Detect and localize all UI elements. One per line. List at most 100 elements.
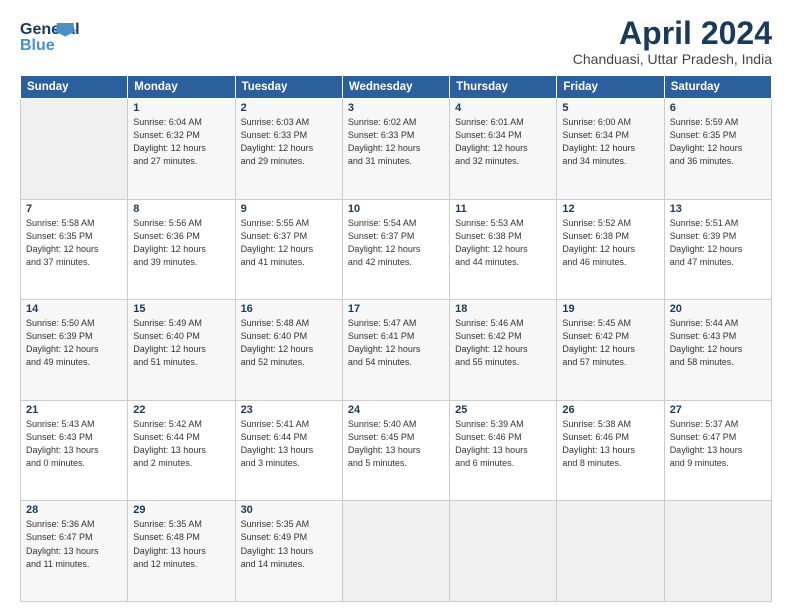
day-number: 17 (348, 303, 444, 315)
day-info: Sunrise: 6:03 AM Sunset: 6:33 PM Dayligh… (241, 116, 337, 168)
week-row-1: 1 Sunrise: 6:04 AM Sunset: 6:32 PM Daylig… (21, 99, 772, 200)
day-number: 11 (455, 203, 551, 215)
day-info: Sunrise: 5:35 AM Sunset: 6:48 PM Dayligh… (133, 518, 229, 570)
day-number: 25 (455, 404, 551, 416)
day-info: Sunrise: 5:45 AM Sunset: 6:42 PM Dayligh… (562, 317, 658, 369)
day-cell (664, 501, 771, 602)
col-header-wednesday: Wednesday (342, 76, 449, 99)
day-info: Sunrise: 5:43 AM Sunset: 6:43 PM Dayligh… (26, 418, 122, 470)
week-row-2: 7 Sunrise: 5:58 AM Sunset: 6:35 PM Daylig… (21, 199, 772, 300)
day-cell: 27Sunrise: 5:37 AM Sunset: 6:47 PM Dayli… (664, 400, 771, 501)
day-number: 13 (670, 203, 766, 215)
day-info: Sunrise: 5:39 AM Sunset: 6:46 PM Dayligh… (455, 418, 551, 470)
day-cell: 29 Sunrise: 5:35 AM Sunset: 6:48 PM Dayli… (128, 501, 235, 602)
day-cell: 9 Sunrise: 5:55 AM Sunset: 6:37 PM Daylig… (235, 199, 342, 300)
day-cell: 15Sunrise: 5:49 AM Sunset: 6:40 PM Dayli… (128, 300, 235, 401)
subtitle: Chanduasi, Uttar Pradesh, India (573, 51, 772, 67)
day-number: 1 (133, 102, 229, 114)
day-info: Sunrise: 5:54 AM Sunset: 6:37 PM Dayligh… (348, 217, 444, 269)
day-cell (342, 501, 449, 602)
day-cell: 2 Sunrise: 6:03 AM Sunset: 6:33 PM Daylig… (235, 99, 342, 200)
day-info: Sunrise: 6:04 AM Sunset: 6:32 PM Dayligh… (133, 116, 229, 168)
calendar-table: SundayMondayTuesdayWednesdayThursdayFrid… (20, 75, 772, 602)
day-cell: 20 Sunrise: 5:44 AM Sunset: 6:43 PM Dayli… (664, 300, 771, 401)
day-number: 7 (26, 203, 122, 215)
week-row-3: 14 Sunrise: 5:50 AM Sunset: 6:39 PM Dayli… (21, 300, 772, 401)
day-cell: 19 Sunrise: 5:45 AM Sunset: 6:42 PM Dayli… (557, 300, 664, 401)
day-number: 24 (348, 404, 444, 416)
day-cell: 30Sunrise: 5:35 AM Sunset: 6:49 PM Dayli… (235, 501, 342, 602)
col-header-sunday: Sunday (21, 76, 128, 99)
day-info: Sunrise: 5:58 AM Sunset: 6:35 PM Dayligh… (26, 217, 122, 269)
day-info: Sunrise: 5:56 AM Sunset: 6:36 PM Dayligh… (133, 217, 229, 269)
day-number: 6 (670, 102, 766, 114)
column-header-row: SundayMondayTuesdayWednesdayThursdayFrid… (21, 76, 772, 99)
day-number: 18 (455, 303, 551, 315)
day-number: 21 (26, 404, 122, 416)
page: General Blue April 2024 Chanduasi, Uttar… (0, 0, 792, 612)
col-header-thursday: Thursday (450, 76, 557, 99)
col-header-saturday: Saturday (664, 76, 771, 99)
day-cell: 24 Sunrise: 5:40 AM Sunset: 6:45 PM Dayli… (342, 400, 449, 501)
day-cell: 14 Sunrise: 5:50 AM Sunset: 6:39 PM Dayli… (21, 300, 128, 401)
day-info: Sunrise: 5:55 AM Sunset: 6:37 PM Dayligh… (241, 217, 337, 269)
day-info: Sunrise: 5:44 AM Sunset: 6:43 PM Dayligh… (670, 317, 766, 369)
day-number: 29 (133, 504, 229, 516)
day-cell: 28 Sunrise: 5:36 AM Sunset: 6:47 PM Dayli… (21, 501, 128, 602)
day-cell: 26Sunrise: 5:38 AM Sunset: 6:46 PM Dayli… (557, 400, 664, 501)
day-cell: 8 Sunrise: 5:56 AM Sunset: 6:36 PM Daylig… (128, 199, 235, 300)
logo-svg: General Blue (20, 16, 110, 54)
day-info: Sunrise: 6:02 AM Sunset: 6:33 PM Dayligh… (348, 116, 444, 168)
day-number: 22 (133, 404, 229, 416)
day-number: 19 (562, 303, 658, 315)
day-info: Sunrise: 6:00 AM Sunset: 6:34 PM Dayligh… (562, 116, 658, 168)
day-cell: 12 Sunrise: 5:52 AM Sunset: 6:38 PM Dayli… (557, 199, 664, 300)
col-header-tuesday: Tuesday (235, 76, 342, 99)
day-cell: 10 Sunrise: 5:54 AM Sunset: 6:37 PM Dayli… (342, 199, 449, 300)
day-number: 10 (348, 203, 444, 215)
day-number: 5 (562, 102, 658, 114)
day-cell: 4Sunrise: 6:01 AM Sunset: 6:34 PM Daylig… (450, 99, 557, 200)
header: General Blue April 2024 Chanduasi, Uttar… (20, 16, 772, 67)
week-row-4: 21 Sunrise: 5:43 AM Sunset: 6:43 PM Dayli… (21, 400, 772, 501)
day-cell (450, 501, 557, 602)
day-cell: 13Sunrise: 5:51 AM Sunset: 6:39 PM Dayli… (664, 199, 771, 300)
day-cell: 3 Sunrise: 6:02 AM Sunset: 6:33 PM Daylig… (342, 99, 449, 200)
day-number: 16 (241, 303, 337, 315)
day-info: Sunrise: 5:47 AM Sunset: 6:41 PM Dayligh… (348, 317, 444, 369)
day-number: 9 (241, 203, 337, 215)
day-cell: 17 Sunrise: 5:47 AM Sunset: 6:41 PM Dayli… (342, 300, 449, 401)
day-info: Sunrise: 5:41 AM Sunset: 6:44 PM Dayligh… (241, 418, 337, 470)
day-info: Sunrise: 5:36 AM Sunset: 6:47 PM Dayligh… (26, 518, 122, 570)
day-cell (21, 99, 128, 200)
day-info: Sunrise: 5:52 AM Sunset: 6:38 PM Dayligh… (562, 217, 658, 269)
day-info: Sunrise: 5:50 AM Sunset: 6:39 PM Dayligh… (26, 317, 122, 369)
day-info: Sunrise: 5:48 AM Sunset: 6:40 PM Dayligh… (241, 317, 337, 369)
day-number: 4 (455, 102, 551, 114)
col-header-monday: Monday (128, 76, 235, 99)
day-info: Sunrise: 5:53 AM Sunset: 6:38 PM Dayligh… (455, 217, 551, 269)
day-info: Sunrise: 5:49 AM Sunset: 6:40 PM Dayligh… (133, 317, 229, 369)
day-info: Sunrise: 5:40 AM Sunset: 6:45 PM Dayligh… (348, 418, 444, 470)
week-row-5: 28 Sunrise: 5:36 AM Sunset: 6:47 PM Dayli… (21, 501, 772, 602)
day-number: 26 (562, 404, 658, 416)
day-number: 8 (133, 203, 229, 215)
day-cell: 5 Sunrise: 6:00 AM Sunset: 6:34 PM Daylig… (557, 99, 664, 200)
day-cell: 22Sunrise: 5:42 AM Sunset: 6:44 PM Dayli… (128, 400, 235, 501)
day-number: 2 (241, 102, 337, 114)
day-number: 20 (670, 303, 766, 315)
day-cell (557, 501, 664, 602)
col-header-friday: Friday (557, 76, 664, 99)
day-cell: 23 Sunrise: 5:41 AM Sunset: 6:44 PM Dayli… (235, 400, 342, 501)
day-number: 23 (241, 404, 337, 416)
logo: General Blue (20, 16, 110, 54)
main-title: April 2024 (573, 16, 772, 51)
day-cell: 21 Sunrise: 5:43 AM Sunset: 6:43 PM Dayli… (21, 400, 128, 501)
day-number: 14 (26, 303, 122, 315)
day-number: 28 (26, 504, 122, 516)
day-number: 12 (562, 203, 658, 215)
day-cell: 7 Sunrise: 5:58 AM Sunset: 6:35 PM Daylig… (21, 199, 128, 300)
day-cell: 16 Sunrise: 5:48 AM Sunset: 6:40 PM Dayli… (235, 300, 342, 401)
day-number: 3 (348, 102, 444, 114)
day-cell: 1 Sunrise: 6:04 AM Sunset: 6:32 PM Daylig… (128, 99, 235, 200)
